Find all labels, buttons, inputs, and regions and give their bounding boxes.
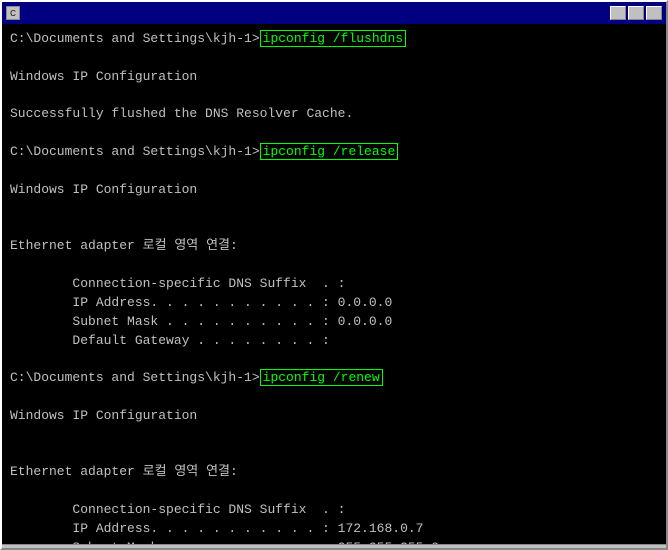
command-highlight: ipconfig /release [260,143,399,160]
console-line [10,388,658,407]
title-bar-left: C [6,6,24,20]
console-line: C:\Documents and Settings\kjh-1>ipconfig… [10,369,658,388]
console-line: Default Gateway . . . . . . . . : [10,332,658,351]
prompt-text: C:\Documents and Settings\kjh-1> [10,144,260,159]
console-line: C:\Documents and Settings\kjh-1>ipconfig… [10,30,658,49]
prompt-text: C:\Documents and Settings\kjh-1> [10,31,260,46]
console-line: Connection-specific DNS Suffix . : [10,501,658,520]
console-line [10,350,658,369]
console-line: Successfully flushed the DNS Resolver Ca… [10,105,658,124]
console-line: IP Address. . . . . . . . . . . : 0.0.0.… [10,294,658,313]
title-buttons [610,6,662,20]
command-highlight: ipconfig /renew [260,369,383,386]
console-line [10,200,658,219]
console-line [10,162,658,181]
window: C C:\Documents and Settings\kjh-1>ipconf… [0,0,668,550]
console-line: Windows IP Configuration [10,181,658,200]
console-line: C:\Documents and Settings\kjh-1>ipconfig… [10,143,658,162]
console-line [10,124,658,143]
console-line: Connection-specific DNS Suffix . : [10,275,658,294]
console-line [10,426,658,445]
close-button[interactable] [646,6,662,20]
command-highlight: ipconfig /flushdns [260,30,406,47]
console-line [10,218,658,237]
console-line: Ethernet adapter 로컬 영역 연결: [10,463,658,482]
console-line: Ethernet adapter 로컬 영역 연결: [10,237,658,256]
console-line: Windows IP Configuration [10,68,658,87]
console-line: IP Address. . . . . . . . . . . : 172.16… [10,520,658,539]
minimize-button[interactable] [610,6,626,20]
console-body: C:\Documents and Settings\kjh-1>ipconfig… [2,24,666,544]
cmd-icon: C [6,6,20,20]
console-line [10,87,658,106]
console-line: Windows IP Configuration [10,407,658,426]
prompt-text: C:\Documents and Settings\kjh-1> [10,370,260,385]
console-line [10,256,658,275]
console-line [10,49,658,68]
console-line [10,482,658,501]
title-bar: C [2,2,666,24]
bottom-bar [2,544,666,548]
console-line [10,445,658,464]
console-line: Subnet Mask . . . . . . . . . . : 0.0.0.… [10,313,658,332]
maximize-button[interactable] [628,6,644,20]
